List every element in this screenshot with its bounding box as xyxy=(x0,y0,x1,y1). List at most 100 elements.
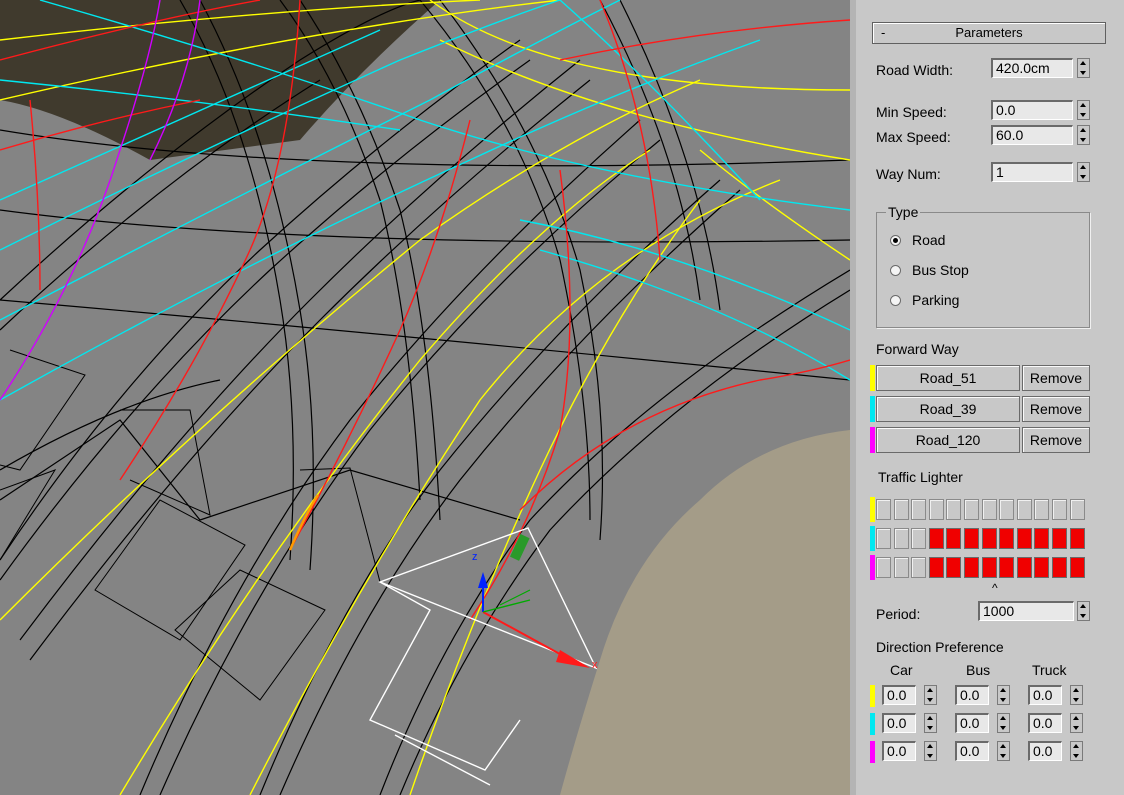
traffic-light-cell[interactable] xyxy=(946,557,962,578)
direction-row-color-swatch xyxy=(870,685,875,707)
traffic-light-cell[interactable] xyxy=(928,557,944,578)
radio-road[interactable] xyxy=(890,235,901,246)
way-num-label: Way Num: xyxy=(876,166,941,182)
traffic-light-cell[interactable] xyxy=(928,528,944,549)
max-speed-label: Max Speed: xyxy=(876,129,951,145)
column-truck: Truck xyxy=(1032,662,1067,678)
traffic-light-cell[interactable] xyxy=(1034,528,1050,549)
forward-way-title: Forward Way xyxy=(876,341,959,357)
way-num-field[interactable]: 1 xyxy=(991,162,1073,182)
max-speed-spinner[interactable] xyxy=(1077,125,1090,145)
svg-text:x: x xyxy=(592,659,598,671)
direction-value-field[interactable]: 0.0 xyxy=(1028,713,1062,733)
traffic-light-cell[interactable] xyxy=(911,528,927,549)
parameters-panel: - Parameters Road Width: 420.0cm Min Spe… xyxy=(850,0,1124,795)
traffic-light-cell[interactable] xyxy=(876,557,891,578)
traffic-light-cell[interactable] xyxy=(999,557,1015,578)
period-field[interactable]: 1000 xyxy=(978,601,1074,621)
direction-row-color-swatch xyxy=(870,741,875,763)
direction-value-field[interactable]: 0.0 xyxy=(1028,685,1062,705)
traffic-light-cell[interactable] xyxy=(964,557,979,578)
radio-road-label[interactable]: Road xyxy=(912,232,945,248)
traffic-light-cell[interactable] xyxy=(999,528,1015,549)
3d-viewport[interactable]: z x xyxy=(0,0,850,795)
road-51-button[interactable]: Road_51 xyxy=(876,365,1020,391)
remove-road-39-button[interactable]: Remove xyxy=(1022,396,1090,422)
parameters-rollout-header[interactable]: - Parameters xyxy=(872,22,1106,44)
radio-parking[interactable] xyxy=(890,295,901,306)
traffic-light-cell[interactable] xyxy=(964,528,979,549)
radio-bus-stop-label[interactable]: Bus Stop xyxy=(912,262,969,278)
period-label: Period: xyxy=(876,606,921,622)
direction-value-spinner[interactable] xyxy=(1070,741,1083,761)
period-spinner[interactable] xyxy=(1077,601,1090,621)
direction-value-spinner[interactable] xyxy=(1070,685,1083,705)
way-num-spinner[interactable] xyxy=(1077,162,1090,182)
road-color-swatch xyxy=(870,427,875,453)
direction-value-field[interactable]: 0.0 xyxy=(1028,741,1062,761)
traffic-light-cell[interactable] xyxy=(1052,499,1067,520)
traffic-light-cell[interactable] xyxy=(1034,499,1050,520)
direction-value-field[interactable]: 0.0 xyxy=(882,713,916,733)
column-bus: Bus xyxy=(966,662,991,678)
traffic-light-cell[interactable] xyxy=(1034,557,1050,578)
remove-road-120-button[interactable]: Remove xyxy=(1022,427,1090,453)
traffic-light-cell[interactable] xyxy=(946,499,962,520)
direction-value-spinner[interactable] xyxy=(924,713,937,733)
traffic-light-cell[interactable] xyxy=(911,499,927,520)
traffic-light-cell[interactable] xyxy=(1052,528,1067,549)
direction-value-spinner[interactable] xyxy=(997,685,1010,705)
traffic-light-cell[interactable] xyxy=(1016,528,1032,549)
traffic-light-cell[interactable] xyxy=(1052,557,1067,578)
direction-value-spinner[interactable] xyxy=(997,713,1010,733)
road-120-button[interactable]: Road_120 xyxy=(876,427,1020,453)
max-speed-field[interactable]: 60.0 xyxy=(991,125,1073,145)
traffic-light-cell[interactable] xyxy=(1016,499,1032,520)
direction-value-field[interactable]: 0.0 xyxy=(955,685,989,705)
road-width-label: Road Width: xyxy=(876,62,954,78)
direction-value-spinner[interactable] xyxy=(1070,713,1083,733)
traffic-light-cell[interactable] xyxy=(946,528,962,549)
direction-preference-title: Direction Preference xyxy=(876,639,1004,655)
min-speed-field[interactable]: 0.0 xyxy=(991,100,1073,120)
traffic-lighter-title: Traffic Lighter xyxy=(878,469,963,485)
min-speed-spinner[interactable] xyxy=(1077,100,1090,120)
direction-value-field[interactable]: 0.0 xyxy=(882,741,916,761)
remove-road-51-button[interactable]: Remove xyxy=(1022,365,1090,391)
traffic-row-color-swatch xyxy=(870,497,875,522)
traffic-row-color-swatch xyxy=(870,526,875,551)
road-width-spinner[interactable] xyxy=(1077,58,1090,78)
direction-value-spinner[interactable] xyxy=(924,741,937,761)
radio-bus-stop[interactable] xyxy=(890,265,901,276)
traffic-light-cell[interactable] xyxy=(1016,557,1032,578)
min-speed-label: Min Speed: xyxy=(876,104,947,120)
direction-value-spinner[interactable] xyxy=(924,685,937,705)
traffic-light-cell[interactable] xyxy=(893,528,909,549)
radio-parking-label[interactable]: Parking xyxy=(912,292,959,308)
road-39-button[interactable]: Road_39 xyxy=(876,396,1020,422)
traffic-light-cell[interactable] xyxy=(928,499,944,520)
rollout-title: Parameters xyxy=(955,25,1023,40)
direction-row-color-swatch xyxy=(870,713,875,735)
type-group xyxy=(876,212,1090,328)
traffic-light-cell[interactable] xyxy=(981,528,997,549)
traffic-row-color-swatch xyxy=(870,555,875,580)
direction-value-field[interactable]: 0.0 xyxy=(955,741,989,761)
traffic-light-cell[interactable] xyxy=(1069,499,1085,520)
direction-value-field[interactable]: 0.0 xyxy=(955,713,989,733)
traffic-light-cell[interactable] xyxy=(981,499,997,520)
direction-value-spinner[interactable] xyxy=(997,741,1010,761)
traffic-light-cell[interactable] xyxy=(1069,528,1085,549)
traffic-light-marker: ^ xyxy=(992,581,998,595)
road-width-field[interactable]: 420.0cm xyxy=(991,58,1073,78)
direction-value-field[interactable]: 0.0 xyxy=(882,685,916,705)
traffic-light-cell[interactable] xyxy=(893,499,909,520)
traffic-light-cell[interactable] xyxy=(999,499,1015,520)
traffic-light-cell[interactable] xyxy=(893,557,909,578)
traffic-light-cell[interactable] xyxy=(964,499,979,520)
traffic-light-cell[interactable] xyxy=(1069,557,1085,578)
traffic-light-cell[interactable] xyxy=(876,528,891,549)
traffic-light-cell[interactable] xyxy=(911,557,927,578)
traffic-light-cell[interactable] xyxy=(876,499,891,520)
traffic-light-cell[interactable] xyxy=(981,557,997,578)
